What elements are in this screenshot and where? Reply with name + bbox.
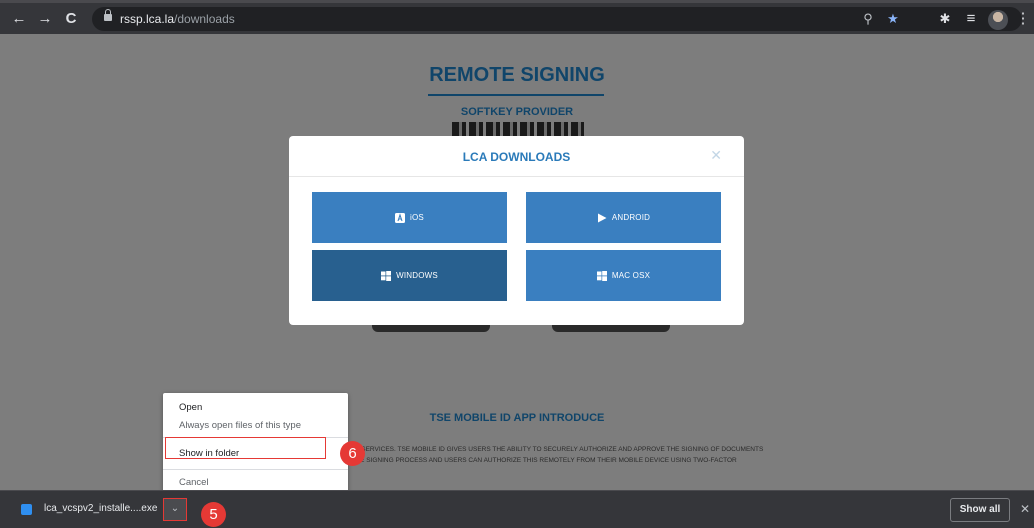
- close-icon[interactable]: ✕: [1020, 502, 1030, 516]
- page-viewport: REMOTE SIGNING SOFTKEY PROVIDER TSE MOBI…: [0, 34, 1034, 490]
- puzzle-icon[interactable]: ✱: [934, 8, 956, 30]
- browser-toolbar: ← → C rssp.lca.la/downloads ⚲ ★ ✱ ≡ ⋮: [0, 0, 1034, 34]
- page-title: REMOTE SIGNING: [429, 64, 605, 86]
- windows-icon: [596, 270, 607, 281]
- page-subtitle: SOFTKEY PROVIDER: [460, 106, 574, 118]
- address-bar[interactable]: rssp.lca.la/downloads ⚲ ★: [92, 7, 1022, 31]
- star-icon[interactable]: ★: [885, 11, 901, 27]
- divider: [163, 469, 348, 470]
- button-label: iOS: [410, 213, 424, 222]
- intro-text-line: LINE SERVICES. TSE MOBILE ID GIVES USERS…: [345, 446, 764, 453]
- zoom-icon[interactable]: ⚲: [860, 11, 876, 27]
- download-options-button[interactable]: ⌄: [163, 498, 187, 521]
- windows-icon: [381, 270, 392, 281]
- close-icon[interactable]: ✕: [710, 147, 722, 164]
- step-badge-5: 5: [201, 502, 226, 527]
- section-heading: TSE MOBILE ID APP INTRODUCE: [429, 412, 605, 424]
- app-store-icon: [395, 212, 406, 223]
- url-text[interactable]: rssp.lca.la/downloads: [120, 12, 235, 26]
- menu-item-cancel[interactable]: Cancel: [179, 477, 209, 488]
- url-host: rssp.lca.la: [120, 12, 175, 26]
- divider: [289, 176, 744, 177]
- button-label: WINDOWS: [396, 271, 438, 280]
- ios-download-button[interactable]: iOS: [312, 192, 507, 243]
- windows-download-button[interactable]: WINDOWS: [312, 250, 507, 301]
- url-path: /downloads: [174, 12, 235, 26]
- reading-list-icon[interactable]: ≡: [960, 8, 982, 30]
- avatar[interactable]: [988, 10, 1008, 30]
- download-shelf: lca_vcspv2_installe....exe ⌄ Show all ✕: [0, 490, 1034, 528]
- menu-item-always-open[interactable]: Always open files of this type: [179, 420, 301, 431]
- title-underline: [428, 94, 604, 96]
- play-store-icon: [597, 213, 607, 222]
- forward-button[interactable]: →: [34, 8, 56, 30]
- download-file-name[interactable]: lca_vcspv2_installe....exe: [44, 503, 157, 514]
- file-icon: [21, 504, 32, 515]
- android-download-button[interactable]: ANDROID: [526, 192, 721, 243]
- modal-title: LCA DOWNLOADS: [462, 150, 571, 164]
- menu-item-open[interactable]: Open: [179, 402, 202, 413]
- button-label: ANDROID: [611, 213, 651, 222]
- step-badge-6: 6: [340, 441, 365, 466]
- back-button[interactable]: ←: [8, 8, 30, 30]
- show-in-folder-highlight: [165, 437, 326, 459]
- show-all-button[interactable]: Show all: [950, 498, 1010, 522]
- reload-button[interactable]: C: [60, 8, 82, 30]
- mac-download-button[interactable]: MAC OSX: [526, 250, 721, 301]
- lock-icon: [104, 9, 112, 22]
- kebab-menu-icon[interactable]: ⋮: [1012, 8, 1034, 30]
- intro-text-line: R THE SIGNING PROCESS AND USERS CAN AUTH…: [345, 457, 737, 464]
- button-label: MAC OSX: [611, 271, 651, 280]
- downloads-modal: LCA DOWNLOADS ✕ iOS ANDROID WINDOWS MAC …: [289, 136, 744, 325]
- qr-code-image: [452, 122, 584, 136]
- download-context-menu: Open Always open files of this type Show…: [163, 393, 348, 495]
